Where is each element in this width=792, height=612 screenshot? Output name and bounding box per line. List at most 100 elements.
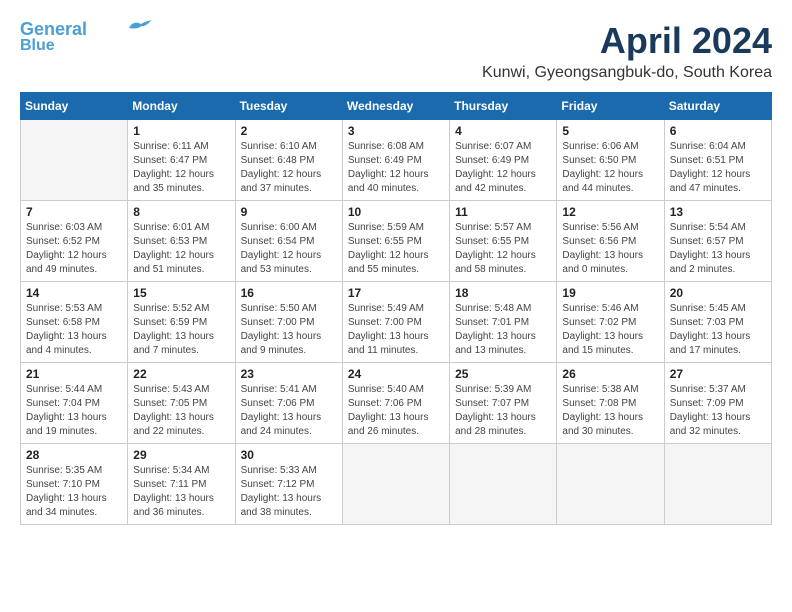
- month-title: April 2024: [482, 20, 772, 62]
- day-number: 23: [241, 367, 337, 381]
- day-info: Sunrise: 5:49 AM Sunset: 7:00 PM Dayligh…: [348, 302, 444, 358]
- day-number: 18: [455, 286, 551, 300]
- weekday-header: Tuesday: [235, 93, 342, 120]
- day-number: 19: [562, 286, 658, 300]
- calendar-cell: 8 Sunrise: 6:01 AM Sunset: 6:53 PM Daylig…: [128, 201, 235, 282]
- day-info: Sunrise: 6:08 AM Sunset: 6:49 PM Dayligh…: [348, 140, 444, 196]
- calendar-cell: 27Sunrise: 5:37 AM Sunset: 7:09 PM Dayli…: [664, 363, 771, 444]
- day-info: Sunrise: 5:48 AM Sunset: 7:01 PM Dayligh…: [455, 302, 551, 358]
- day-number: 14: [26, 286, 122, 300]
- calendar-week-row: 7 Sunrise: 6:03 AM Sunset: 6:52 PM Daylig…: [21, 201, 772, 282]
- calendar-cell: 15 Sunrise: 5:52 AM Sunset: 6:59 PM Dayli…: [128, 282, 235, 363]
- logo: General Blue: [20, 20, 153, 54]
- day-info: Sunrise: 5:38 AM Sunset: 7:08 PM Dayligh…: [562, 383, 658, 439]
- calendar-cell: 30Sunrise: 5:33 AM Sunset: 7:12 PM Dayli…: [235, 444, 342, 525]
- day-number: 13: [670, 205, 766, 219]
- day-number: 2: [241, 124, 337, 138]
- day-number: 1: [133, 124, 229, 138]
- calendar-cell: 17 Sunrise: 5:49 AM Sunset: 7:00 PM Dayli…: [342, 282, 449, 363]
- page-header: General Blue April 2024 Kunwi, Gyeongsan…: [20, 20, 772, 82]
- calendar-cell: 23 Sunrise: 5:41 AM Sunset: 7:06 PM Dayli…: [235, 363, 342, 444]
- day-info: Sunrise: 5:57 AM Sunset: 6:55 PM Dayligh…: [455, 221, 551, 277]
- day-number: 22: [133, 367, 229, 381]
- calendar-cell: [450, 444, 557, 525]
- calendar-cell: 10Sunrise: 5:59 AM Sunset: 6:55 PM Dayli…: [342, 201, 449, 282]
- calendar-cell: 24Sunrise: 5:40 AM Sunset: 7:06 PM Dayli…: [342, 363, 449, 444]
- calendar-cell: 25Sunrise: 5:39 AM Sunset: 7:07 PM Dayli…: [450, 363, 557, 444]
- day-number: 28: [26, 448, 122, 462]
- calendar-cell: [21, 120, 128, 201]
- day-info: Sunrise: 6:11 AM Sunset: 6:47 PM Dayligh…: [133, 140, 229, 196]
- title-block: April 2024 Kunwi, Gyeongsangbuk-do, Sout…: [482, 20, 772, 82]
- day-number: 4: [455, 124, 551, 138]
- day-number: 12: [562, 205, 658, 219]
- calendar-week-row: 21Sunrise: 5:44 AM Sunset: 7:04 PM Dayli…: [21, 363, 772, 444]
- logo-text: General: [20, 20, 87, 38]
- day-number: 24: [348, 367, 444, 381]
- day-info: Sunrise: 5:45 AM Sunset: 7:03 PM Dayligh…: [670, 302, 766, 358]
- calendar-cell: 2 Sunrise: 6:10 AM Sunset: 6:48 PM Daylig…: [235, 120, 342, 201]
- day-number: 27: [670, 367, 766, 381]
- calendar-cell: 3 Sunrise: 6:08 AM Sunset: 6:49 PM Daylig…: [342, 120, 449, 201]
- calendar-cell: 14Sunrise: 5:53 AM Sunset: 6:58 PM Dayli…: [21, 282, 128, 363]
- day-number: 21: [26, 367, 122, 381]
- day-info: Sunrise: 5:54 AM Sunset: 6:57 PM Dayligh…: [670, 221, 766, 277]
- day-number: 26: [562, 367, 658, 381]
- calendar-cell: 4Sunrise: 6:07 AM Sunset: 6:49 PM Daylig…: [450, 120, 557, 201]
- calendar-cell: 16 Sunrise: 5:50 AM Sunset: 7:00 PM Dayli…: [235, 282, 342, 363]
- calendar-cell: 11Sunrise: 5:57 AM Sunset: 6:55 PM Dayli…: [450, 201, 557, 282]
- day-info: Sunrise: 5:50 AM Sunset: 7:00 PM Dayligh…: [241, 302, 337, 358]
- day-number: 5: [562, 124, 658, 138]
- day-info: Sunrise: 5:34 AM Sunset: 7:11 PM Dayligh…: [133, 464, 229, 520]
- calendar-cell: 5 Sunrise: 6:06 AM Sunset: 6:50 PM Daylig…: [557, 120, 664, 201]
- calendar-cell: 26 Sunrise: 5:38 AM Sunset: 7:08 PM Dayli…: [557, 363, 664, 444]
- calendar-cell: 19 Sunrise: 5:46 AM Sunset: 7:02 PM Dayli…: [557, 282, 664, 363]
- calendar-week-row: 1 Sunrise: 6:11 AM Sunset: 6:47 PM Daylig…: [21, 120, 772, 201]
- day-info: Sunrise: 6:06 AM Sunset: 6:50 PM Dayligh…: [562, 140, 658, 196]
- weekday-header-row: SundayMondayTuesdayWednesdayThursdayFrid…: [21, 93, 772, 120]
- day-info: Sunrise: 5:43 AM Sunset: 7:05 PM Dayligh…: [133, 383, 229, 439]
- calendar-cell: 9Sunrise: 6:00 AM Sunset: 6:54 PM Daylig…: [235, 201, 342, 282]
- calendar-cell: [664, 444, 771, 525]
- day-number: 6: [670, 124, 766, 138]
- calendar-cell: [342, 444, 449, 525]
- logo-bird-icon: [129, 20, 153, 36]
- day-info: Sunrise: 5:56 AM Sunset: 6:56 PM Dayligh…: [562, 221, 658, 277]
- day-info: Sunrise: 5:46 AM Sunset: 7:02 PM Dayligh…: [562, 302, 658, 358]
- day-number: 15: [133, 286, 229, 300]
- day-info: Sunrise: 6:04 AM Sunset: 6:51 PM Dayligh…: [670, 140, 766, 196]
- day-number: 10: [348, 205, 444, 219]
- day-number: 30: [241, 448, 337, 462]
- day-info: Sunrise: 5:52 AM Sunset: 6:59 PM Dayligh…: [133, 302, 229, 358]
- weekday-header: Wednesday: [342, 93, 449, 120]
- day-number: 7: [26, 205, 122, 219]
- day-number: 16: [241, 286, 337, 300]
- calendar-cell: 13 Sunrise: 5:54 AM Sunset: 6:57 PM Dayli…: [664, 201, 771, 282]
- calendar-cell: 6 Sunrise: 6:04 AM Sunset: 6:51 PM Daylig…: [664, 120, 771, 201]
- calendar-cell: 29 Sunrise: 5:34 AM Sunset: 7:11 PM Dayli…: [128, 444, 235, 525]
- weekday-header: Thursday: [450, 93, 557, 120]
- weekday-header: Friday: [557, 93, 664, 120]
- day-number: 8: [133, 205, 229, 219]
- calendar-cell: 7 Sunrise: 6:03 AM Sunset: 6:52 PM Daylig…: [21, 201, 128, 282]
- day-number: 29: [133, 448, 229, 462]
- day-info: Sunrise: 5:35 AM Sunset: 7:10 PM Dayligh…: [26, 464, 122, 520]
- day-info: Sunrise: 6:00 AM Sunset: 6:54 PM Dayligh…: [241, 221, 337, 277]
- logo-blue: Blue: [20, 38, 55, 54]
- calendar-cell: 1 Sunrise: 6:11 AM Sunset: 6:47 PM Daylig…: [128, 120, 235, 201]
- day-info: Sunrise: 5:41 AM Sunset: 7:06 PM Dayligh…: [241, 383, 337, 439]
- weekday-header: Monday: [128, 93, 235, 120]
- day-info: Sunrise: 5:39 AM Sunset: 7:07 PM Dayligh…: [455, 383, 551, 439]
- day-number: 3: [348, 124, 444, 138]
- calendar-cell: 12 Sunrise: 5:56 AM Sunset: 6:56 PM Dayli…: [557, 201, 664, 282]
- calendar-week-row: 14Sunrise: 5:53 AM Sunset: 6:58 PM Dayli…: [21, 282, 772, 363]
- day-info: Sunrise: 6:10 AM Sunset: 6:48 PM Dayligh…: [241, 140, 337, 196]
- day-info: Sunrise: 6:01 AM Sunset: 6:53 PM Dayligh…: [133, 221, 229, 277]
- calendar-cell: 20Sunrise: 5:45 AM Sunset: 7:03 PM Dayli…: [664, 282, 771, 363]
- day-number: 17: [348, 286, 444, 300]
- location-subtitle: Kunwi, Gyeongsangbuk-do, South Korea: [482, 64, 772, 82]
- calendar-cell: [557, 444, 664, 525]
- calendar-cell: 21Sunrise: 5:44 AM Sunset: 7:04 PM Dayli…: [21, 363, 128, 444]
- weekday-header: Saturday: [664, 93, 771, 120]
- day-info: Sunrise: 6:03 AM Sunset: 6:52 PM Dayligh…: [26, 221, 122, 277]
